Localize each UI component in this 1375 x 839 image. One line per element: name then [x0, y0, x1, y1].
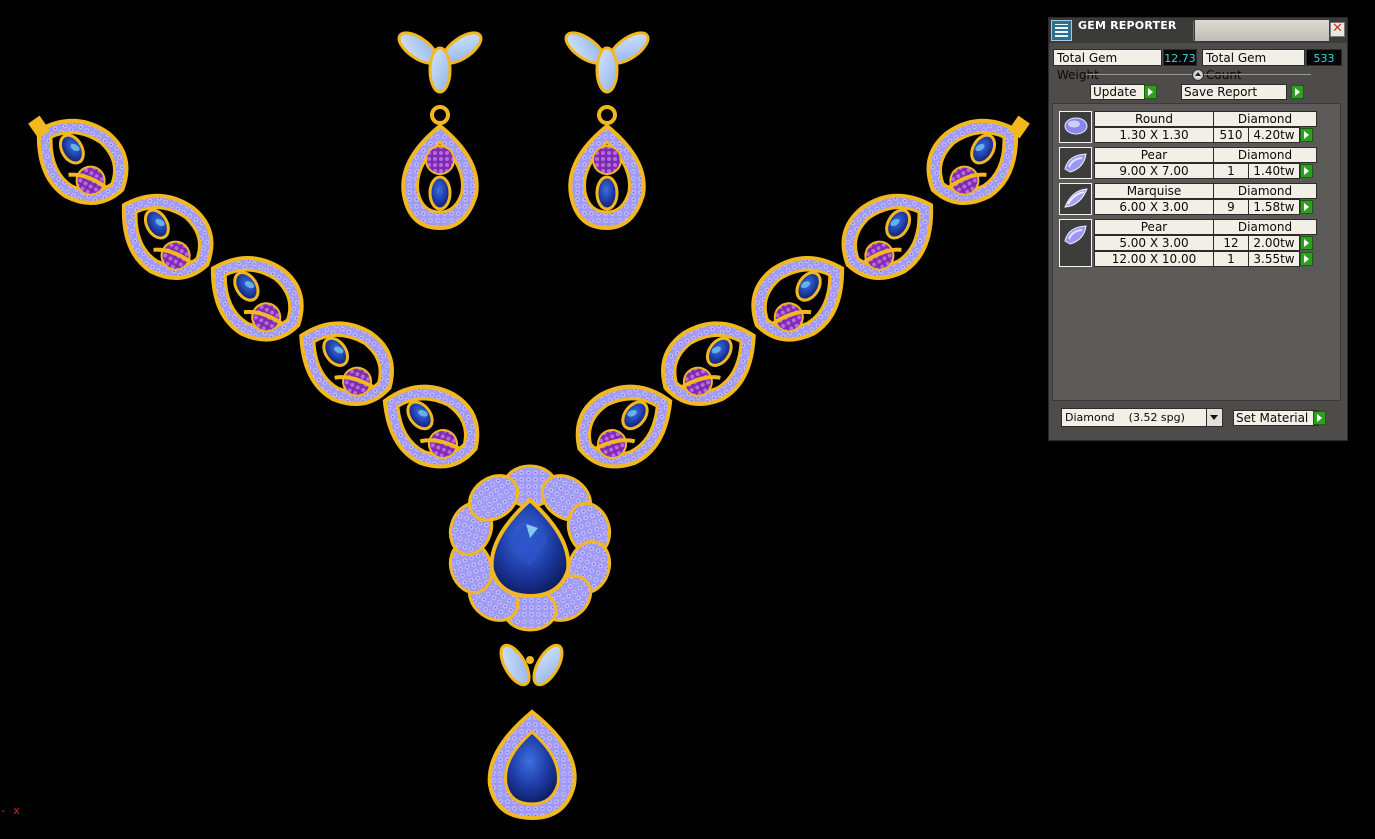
earring-sapphire [428, 175, 452, 211]
update-button[interactable]: Update [1090, 84, 1145, 100]
gem-weight: 1.40tw [1248, 163, 1300, 179]
set-material-go-icon[interactable] [1313, 411, 1326, 425]
gem-size: 6.00 X 3.00 [1094, 199, 1214, 215]
gem-reporter-panel: GEM REPORTER ✕ Total Gem Weight 12.73 To… [1048, 17, 1348, 441]
gem-shape: Pear [1094, 147, 1214, 163]
necklace-link [121, 193, 214, 280]
earring-marquise [428, 46, 452, 94]
gem-count: 1 [1213, 163, 1249, 179]
titlebar-separator [1193, 21, 1194, 41]
gem-material: Diamond [1213, 183, 1317, 199]
gem-material: Diamond [1213, 147, 1317, 163]
gem-weight: 2.00tw [1248, 235, 1300, 251]
panel-titlebar[interactable]: GEM REPORTER ✕ [1049, 18, 1347, 43]
gem-weight: 4.20tw [1248, 127, 1300, 143]
axis-label: - x [0, 804, 20, 817]
gem-size: 1.30 X 1.30 [1094, 127, 1214, 143]
set-material-button[interactable]: Set Material [1233, 410, 1319, 426]
save-report-button[interactable]: Save Report [1181, 84, 1287, 100]
total-gem-count-value: 533 [1306, 49, 1342, 66]
gem-weight: 1.58tw [1248, 199, 1300, 215]
round-gem-icon [1059, 111, 1092, 143]
gem-size: 9.00 X 7.00 [1094, 163, 1214, 179]
gem-count: 12 [1213, 235, 1249, 251]
collapse-toggle-icon[interactable] [1192, 69, 1204, 81]
select-gems-go-icon[interactable] [1300, 164, 1313, 178]
earring-sapphire [595, 175, 619, 211]
total-gem-count-label: Total Gem Count [1202, 49, 1305, 82]
gem-shape: Marquise [1094, 183, 1214, 199]
gem-material: Diamond [1213, 111, 1317, 127]
panel-title: GEM REPORTER [1078, 19, 1177, 32]
earring-loop [430, 105, 450, 125]
gem-report-icon [1051, 20, 1072, 41]
update-go-icon[interactable] [1144, 85, 1157, 99]
earring-marquise [595, 46, 619, 94]
select-gems-go-icon[interactable] [1300, 200, 1313, 214]
marquise-stone [532, 643, 564, 687]
gem-material: Diamond [1213, 219, 1317, 235]
chevron-down-icon[interactable] [1206, 409, 1222, 426]
select-gems-go-icon[interactable] [1300, 236, 1313, 250]
prong [526, 656, 534, 664]
titlebar-spacer [1195, 20, 1329, 41]
pear-gem-icon [1059, 219, 1092, 267]
gem-count: 510 [1213, 127, 1249, 143]
total-gem-weight-label: Total Gem Weight [1053, 49, 1162, 82]
select-gems-go-icon[interactable] [1300, 252, 1313, 266]
gem-list: Round Diamond 1.30 X 1.30 510 4.20tw Pear Diam… [1052, 103, 1341, 401]
marquise-stone [499, 643, 531, 687]
material-select[interactable]: Diamond (3.52 spg) [1061, 408, 1223, 427]
gem-shape: Round [1094, 111, 1214, 127]
earring-pave-cluster [592, 145, 622, 175]
total-gem-weight-value: 12.73 [1163, 49, 1197, 66]
earring-loop [597, 105, 617, 125]
material-select-value: Diamond (3.52 spg) [1065, 411, 1185, 424]
gem-size: 5.00 X 3.00 [1094, 235, 1214, 251]
gem-size: 12.00 X 10.00 [1094, 251, 1214, 267]
select-gems-go-icon[interactable] [1300, 128, 1313, 142]
necklace-link [841, 193, 934, 280]
pear-gem-icon [1059, 147, 1092, 179]
close-icon[interactable]: ✕ [1330, 22, 1345, 37]
save-report-go-icon[interactable] [1291, 85, 1304, 99]
gem-count: 9 [1213, 199, 1249, 215]
earring-pave-cluster [425, 145, 455, 175]
gem-count: 1 [1213, 251, 1249, 267]
gem-weight: 3.55tw [1248, 251, 1300, 267]
gem-shape: Pear [1094, 219, 1214, 235]
marquise-gem-icon [1059, 183, 1092, 215]
